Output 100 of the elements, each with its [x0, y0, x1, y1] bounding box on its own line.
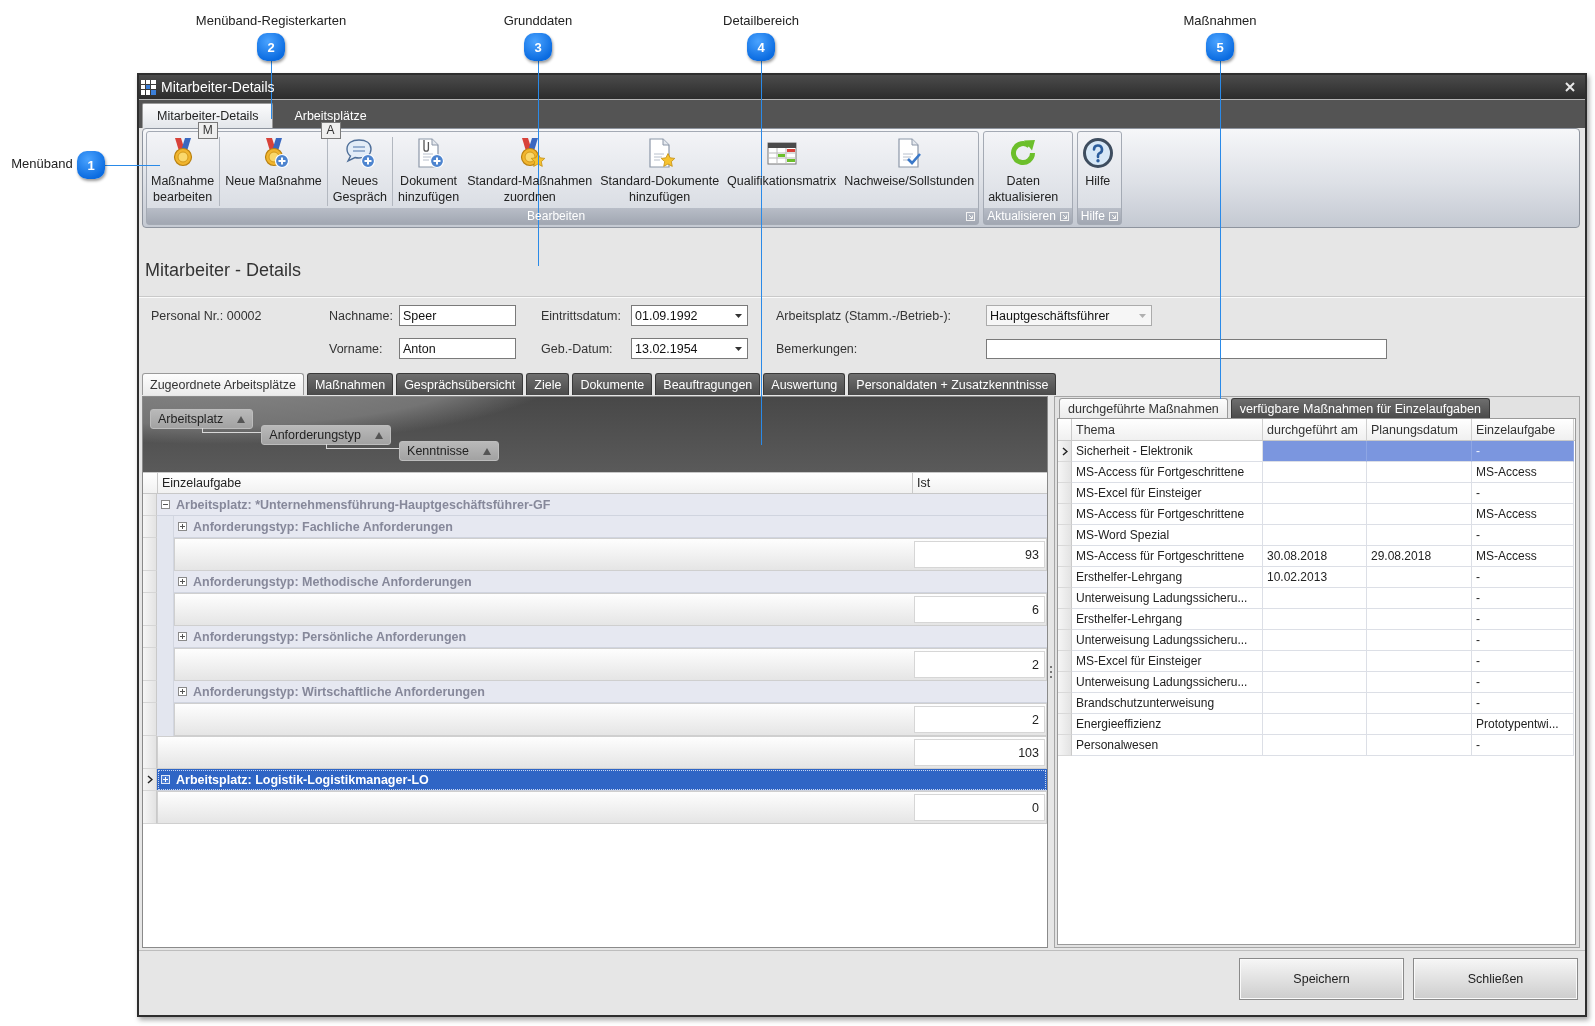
column-header[interactable]: Ist [912, 473, 1047, 493]
date-picker[interactable]: 01.09.1992 [631, 305, 748, 326]
table-cell: MS-Access für Fortgeschrittene [1072, 546, 1263, 567]
group-row-label: Anforderungstyp: Wirtschaftliche Anforderungen [193, 684, 485, 699]
tab[interactable]: Personaldaten + Zusatzkenntnisse [848, 373, 1057, 395]
field-label: Vorname: [329, 341, 383, 356]
column-header[interactable]: Einzelaufgabe [1472, 419, 1574, 440]
callout-label: Menüband-Registerkarten [195, 12, 347, 28]
minus-box-icon[interactable] [161, 500, 170, 509]
speech-bubble-plus-icon [343, 137, 376, 169]
table-cell: Prototypentwi... [1472, 714, 1574, 735]
personnel-number: Personal Nr.: 00002 [151, 308, 262, 323]
dialog-button[interactable]: Schließen [1413, 958, 1578, 1000]
summary-value: 2 [914, 651, 1045, 678]
plus-box-icon[interactable] [178, 522, 187, 531]
table-cell: - [1472, 651, 1574, 672]
tab[interactable]: Zugeordnete Arbeitsplätze [142, 373, 304, 395]
help-icon [1081, 137, 1114, 169]
plus-box-icon[interactable] [178, 687, 187, 696]
row-indicator [1058, 609, 1072, 630]
ribbon-button[interactable]: Daten aktualisieren [984, 137, 1063, 205]
group-row-label: Anforderungstyp: Persönliche Anforderungen [193, 629, 467, 644]
close-icon[interactable] [1565, 82, 1575, 92]
column-header[interactable]: durchgeführt am [1263, 419, 1367, 440]
table-cell: - [1472, 609, 1574, 630]
group-row-label: Anforderungstyp: Fachliche Anforderungen [193, 519, 453, 534]
date-picker[interactable]: 13.02.1954 [631, 338, 748, 359]
dropdown[interactable]: Hauptgeschäftsführer [986, 305, 1152, 326]
callout-line [271, 61, 272, 119]
table-cell: - [1472, 735, 1574, 756]
group-row[interactable]: Arbeitsplatz: Logistik-Logistikmanager-LO [157, 769, 1047, 791]
dropdown-arrow-icon [735, 346, 742, 351]
column-header[interactable]: Thema [1072, 419, 1263, 440]
column-header[interactable]: Planungsdatum [1367, 419, 1472, 440]
table-cell: MS-Excel für Einsteiger [1072, 483, 1263, 504]
group-row-label: Anforderungstyp: Methodische Anforderungen [193, 574, 472, 589]
dialog-button[interactable]: Speichern [1239, 958, 1404, 1000]
grid-icon [141, 79, 156, 95]
group-label: Hilfe [1080, 209, 1105, 223]
callout-number: 4 [747, 33, 775, 61]
group-by-chip[interactable]: Kenntnisse [399, 441, 499, 461]
table-cell: Energieeffizienz [1072, 714, 1263, 735]
table-cell: - [1472, 693, 1574, 714]
table-cell: - [1472, 483, 1574, 504]
table-cell: - [1472, 672, 1574, 693]
tab[interactable]: durchgeführte Maßnahmen [1059, 398, 1228, 418]
ribbon-button[interactable]: Maßnahme bearbeiten [147, 137, 219, 205]
ribbon-button[interactable]: Hilfe [1077, 137, 1118, 189]
callout-line [105, 165, 160, 166]
row-indicator [1058, 630, 1072, 651]
tab[interactable]: Auswertung [763, 373, 846, 395]
ribbon-button[interactable]: Dokument hinzufügen [394, 137, 464, 205]
table-cell: Unterweisung Ladungssicheru... [1072, 588, 1263, 609]
callout-number: 2 [257, 33, 285, 61]
table-cell: Ersthelfer-Lehrgang [1072, 567, 1263, 588]
table-cell: 10.02.2013 [1263, 567, 1367, 588]
row-indicator [1058, 567, 1072, 588]
row-indicator [1058, 651, 1072, 672]
tab[interactable]: Beauftragungen [655, 373, 761, 395]
text-field[interactable]: Anton [399, 338, 516, 359]
callout-label: Grunddaten [503, 12, 573, 28]
plus-box-icon[interactable] [178, 632, 187, 641]
callout-number: 1 [77, 151, 105, 179]
table-cell: - [1472, 525, 1574, 546]
tab[interactable]: Dokumente [572, 373, 653, 395]
tab[interactable]: Ziele [526, 373, 570, 395]
table-cell: Ersthelfer-Lehrgang [1072, 609, 1263, 630]
summary-value: 6 [914, 596, 1045, 623]
text-field[interactable]: Speer [399, 305, 516, 326]
ribbon-button[interactable]: Standard-Dokumente hinzufügen [596, 137, 724, 205]
tab[interactable]: Gesprächsübersicht [396, 373, 524, 395]
table-cell: MS-Access [1472, 462, 1574, 483]
ribbon-button[interactable]: Neue Maßnahme [221, 137, 326, 189]
row-indicator [1058, 525, 1072, 546]
field-label: Geb.-Datum: [541, 341, 613, 356]
ribbon-button[interactable]: Nachweise/Sollstunden [840, 137, 979, 189]
field-label: Nachname: [329, 308, 393, 323]
group-row-label: Arbeitsplatz: *Unternehmensführung-Hauptgeschäftsführer-GF [176, 497, 551, 512]
field-label: Bemerkungen: [776, 341, 858, 356]
table-cell: 29.08.2018 [1367, 546, 1472, 567]
table-cell: - [1472, 441, 1574, 462]
row-indicator [1058, 693, 1072, 714]
ribbon-button[interactable]: Neues Gespräch [328, 137, 391, 205]
table-cell: Personalwesen [1072, 735, 1263, 756]
text-field[interactable] [986, 338, 1387, 359]
table-cell: MS-Access [1472, 504, 1574, 525]
table-cell: Sicherheit - Elektronik [1072, 441, 1263, 462]
chevron-right-icon [1061, 446, 1068, 456]
tab[interactable]: Maßnahmen [306, 373, 394, 395]
plus-box-icon[interactable] [178, 577, 187, 586]
row-indicator [1058, 504, 1072, 525]
callout-label: Detailbereich [723, 12, 799, 28]
tab[interactable]: verfügbare Maßnahmen für Einzelaufgaben [1230, 398, 1490, 418]
column-header[interactable]: Einzelaufgabe [158, 473, 912, 493]
summary-value: 103 [914, 739, 1045, 766]
table-cell: Unterweisung Ladungssicheru... [1072, 672, 1263, 693]
dropdown-arrow-icon [1139, 313, 1146, 318]
summary-value: 0 [914, 794, 1045, 821]
row-indicator [1058, 672, 1072, 693]
table-cell: 30.08.2018 [1263, 546, 1367, 567]
